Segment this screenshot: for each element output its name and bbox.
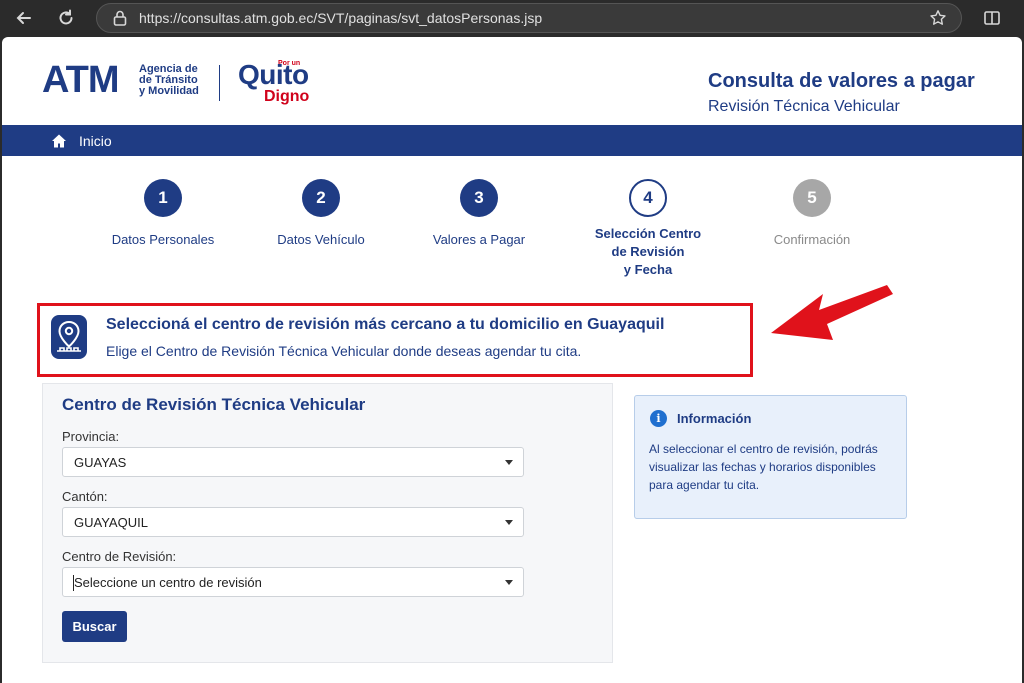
agency-name: Agencia de de Tránsito y Movilidad <box>139 64 199 97</box>
sidebar-icon[interactable] <box>980 6 1004 30</box>
centro-select[interactable]: Seleccione un centro de revisión <box>62 567 524 597</box>
step-label: Datos Vehículo <box>277 232 365 247</box>
digno-logo: Digno <box>264 88 310 105</box>
step-datos-personales: 1 Datos Personales <box>83 179 243 249</box>
step-label-line: de Revisión <box>611 244 685 259</box>
lock-icon[interactable] <box>111 9 129 27</box>
provincia-label: Provincia: <box>62 429 120 444</box>
step-label: Valores a Pagar <box>432 232 526 247</box>
page-subtitle: Revisión Técnica Vehicular <box>708 98 900 115</box>
agency-line: y Movilidad <box>139 85 199 97</box>
address-bar[interactable]: https://consultas.atm.gob.ec/SVT/paginas… <box>96 3 962 33</box>
quito-logo: Quito <box>238 59 309 90</box>
step-number: 2 <box>302 179 340 217</box>
step-label: Selección Centro de Revisión y Fecha <box>568 225 728 279</box>
web-page: ATM Agencia de de Tránsito y Movilidad P… <box>2 37 1022 683</box>
page-title: Consulta de valores a pagar <box>708 70 975 92</box>
chevron-down-icon <box>505 460 513 465</box>
banner-description: Elige el Centro de Revisión Técnica Vehi… <box>106 343 582 359</box>
provincia-value: GUAYAS <box>74 454 127 470</box>
reload-icon[interactable] <box>54 6 78 30</box>
info-text: Al seleccionar el centro de revisión, po… <box>649 442 878 492</box>
banner-title: Seleccioná el centro de revisión más cer… <box>106 316 665 333</box>
step-label: Confirmación <box>773 232 851 247</box>
chevron-down-icon <box>505 580 513 585</box>
form-title: Centro de Revisión Técnica Vehicular <box>62 395 366 414</box>
canton-label: Cantón: <box>62 489 108 504</box>
back-icon[interactable] <box>12 6 36 30</box>
step-label: Datos Personales <box>111 232 215 247</box>
step-confirmacion: 5 Confirmación <box>732 179 892 249</box>
instruction-banner: Seleccioná el centro de revisión más cer… <box>37 303 753 377</box>
canton-select[interactable]: GUAYAQUIL <box>62 507 524 537</box>
info-box: i Información Al seleccionar el centro d… <box>634 395 907 519</box>
step-label-line: Selección Centro <box>594 226 702 241</box>
home-icon[interactable] <box>51 133 67 149</box>
centro-label: Centro de Revisión: <box>62 549 177 564</box>
atm-logo[interactable]: ATM <box>42 59 119 102</box>
chevron-down-icon <box>505 520 513 525</box>
info-icon: i <box>650 410 667 427</box>
main-nav: Inicio <box>2 125 1022 156</box>
browser-toolbar: https://consultas.atm.gob.ec/SVT/paginas… <box>0 0 1024 36</box>
step-label-line: y Fecha <box>623 262 673 277</box>
info-title: Información <box>677 411 752 426</box>
site-header: ATM Agencia de de Tránsito y Movilidad P… <box>2 37 1022 125</box>
step-seleccion-centro: 4 Selección Centro de Revisión y Fecha <box>568 179 728 279</box>
step-number: 1 <box>144 179 182 217</box>
centro-placeholder: Seleccione un centro de revisión <box>74 574 262 590</box>
text-cursor <box>73 575 74 591</box>
step-number: 4 <box>629 179 667 217</box>
logo-divider <box>219 65 220 101</box>
star-icon[interactable] <box>929 9 949 29</box>
nav-home-link[interactable]: Inicio <box>79 133 112 149</box>
center-selection-form: Centro de Revisión Técnica Vehicular Pro… <box>42 383 613 663</box>
url-text: https://consultas.atm.gob.ec/SVT/paginas… <box>139 10 543 26</box>
step-number: 5 <box>793 179 831 217</box>
red-arrow-annotation <box>771 285 893 340</box>
provincia-select[interactable]: GUAYAS <box>62 447 524 477</box>
step-valores-pagar: 3 Valores a Pagar <box>399 179 559 249</box>
step-number: 3 <box>460 179 498 217</box>
canton-value: GUAYAQUIL <box>74 514 148 530</box>
step-datos-vehiculo: 2 Datos Vehículo <box>241 179 401 249</box>
buscar-button[interactable]: Buscar <box>62 611 127 642</box>
location-pin-icon <box>51 315 87 359</box>
